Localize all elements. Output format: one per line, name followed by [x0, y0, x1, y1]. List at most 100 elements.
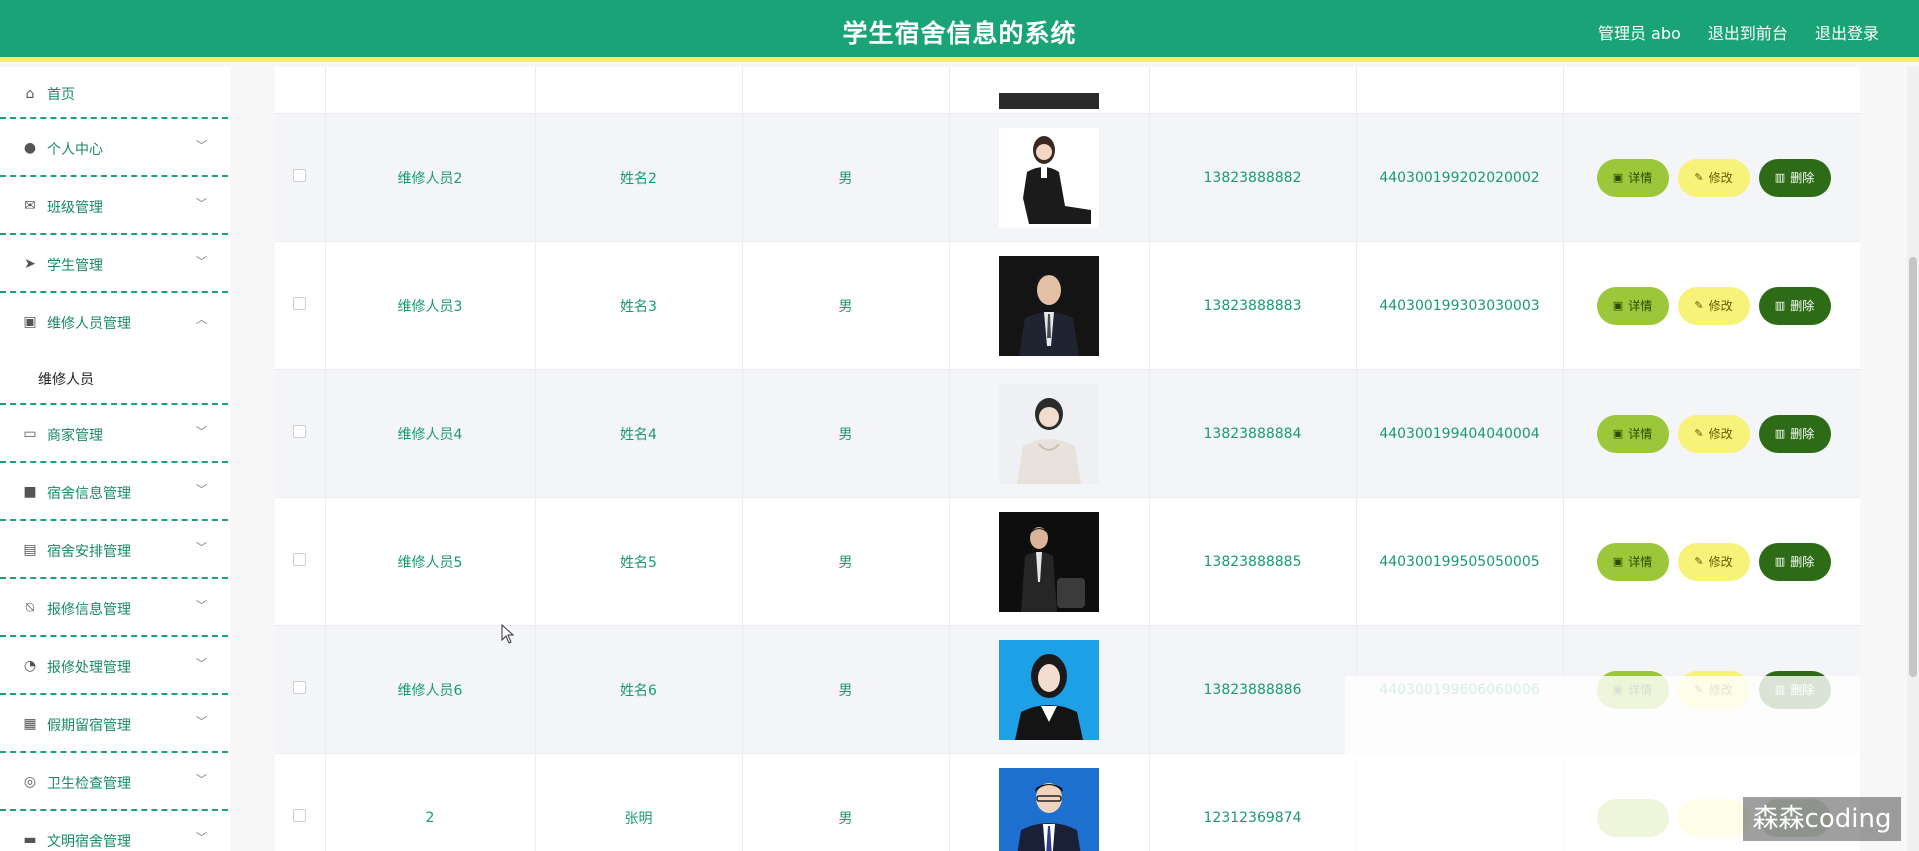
phone-cell: 12312369874 [1149, 753, 1357, 851]
delete-button[interactable]: ▥删除 [1758, 542, 1831, 581]
sidebar-item-profile[interactable]: ● 个人中心 ﹀ [0, 119, 228, 177]
id-card-cell: 440300199202020002 [1356, 113, 1564, 242]
id-card-cell: 440300199303030003 [1356, 241, 1564, 370]
account-cell: 维修人员2 [325, 113, 536, 242]
edit-button[interactable]: ✎修改 [1677, 286, 1750, 325]
pencil-icon: ✎ [1694, 555, 1704, 568]
chevron-down-icon: ﹀ [196, 255, 207, 268]
actions-cell: ▣详情 ✎修改 ▥删除 [1563, 369, 1860, 498]
gender-cell: 男 [742, 753, 950, 851]
detail-button[interactable]: ▣详情 [1596, 158, 1669, 197]
sidebar-item-dorm-arrange[interactable]: ▤ 宿舍安排管理 ﹀ [0, 521, 228, 579]
row-checkbox[interactable] [293, 553, 307, 566]
actions-cell: ▣详情 ✎修改 ▥删除 [1563, 113, 1860, 242]
sidebar-item-merchants[interactable]: ▭ 商家管理 ﹀ [0, 405, 228, 463]
document-icon: ▣ [1612, 427, 1624, 440]
sidebar-item-label: 个人中心 [47, 142, 103, 158]
card-icon: ▭ [23, 426, 37, 442]
detail-button[interactable]: ▣详情 [1596, 542, 1669, 581]
photo-cell [949, 753, 1150, 851]
id-card-cell: 440300199404040004 [1356, 369, 1564, 498]
document-icon: ▣ [1612, 555, 1624, 568]
avatar [999, 383, 1099, 484]
avatar [999, 93, 1099, 109]
sidebar-item-repair-info[interactable]: ⍉ 报修信息管理 ﹀ [0, 579, 228, 637]
mail-icon: ✉ [24, 198, 36, 214]
edit-button[interactable]: ✎修改 [1677, 414, 1750, 453]
phone-cell: 13823888882 [1149, 113, 1357, 242]
pencil-icon: ✎ [1694, 427, 1704, 440]
sidebar-item-home[interactable]: ⌂ 首页 [0, 67, 228, 119]
chevron-down-icon: ﹀ [196, 599, 207, 612]
sidebar-item-label: 卫生检查管理 [47, 776, 131, 792]
logout-link[interactable]: 退出登录 [1815, 24, 1879, 43]
submenu-item-repair-staff[interactable]: 维修人员 [0, 351, 228, 405]
watermark: 森森coding [1743, 797, 1901, 841]
document-icon: ▣ [1612, 171, 1624, 184]
detail-button[interactable]: ▣详情 [1596, 286, 1669, 325]
sidebar-item-label: 宿舍信息管理 [47, 486, 131, 502]
sidebar-item-repair-handle[interactable]: ◔ 报修处理管理 ﹀ [0, 637, 228, 695]
chevron-down-icon: ﹀ [196, 773, 207, 786]
sidebar-item-label: 报修处理管理 [47, 660, 131, 676]
top-header: 学生宿舍信息的系统 管理员 abo 退出到前台 退出登录 [0, 0, 1919, 62]
gender-cell: 男 [742, 625, 950, 754]
sidebar-item-class[interactable]: ✉ 班级管理 ﹀ [0, 177, 228, 235]
sidebar-item-civil-dorm[interactable]: ▬ 文明宿舍管理 ﹀ [0, 811, 228, 851]
briefcase-icon: ■ [23, 484, 37, 500]
phone-cell: 13823888886 [1149, 625, 1357, 754]
trash-icon: ▥ [1774, 299, 1786, 312]
photo-cell [949, 67, 1150, 114]
name-cell: 姓名5 [535, 497, 743, 626]
sidebar-item-holiday-stay[interactable]: ▦ 假期留宿管理 ﹀ [0, 695, 228, 753]
user-icon: ● [23, 140, 37, 156]
delete-button[interactable]: ▥删除 [1758, 286, 1831, 325]
edit-button[interactable]: ✎修改 [1677, 158, 1750, 197]
account-cell: 维修人员3 [325, 241, 536, 370]
sidebar-item-label: 假期留宿管理 [47, 718, 131, 734]
admin-username: 管理员 abo [1597, 24, 1681, 43]
sidebar-menu: ⌂ 首页 ● 个人中心 ﹀ ✉ 班级管理 ﹀ ➤ 学生管理 ﹀ ▣ 维修人员管理… [0, 67, 230, 851]
row-checkbox[interactable] [293, 425, 307, 438]
row-checkbox[interactable] [293, 809, 307, 822]
detail-button[interactable]: ▣详情 [1596, 414, 1669, 453]
back-to-frontend-link[interactable]: 退出到前台 [1708, 24, 1788, 43]
sidebar-item-repair-staff[interactable]: ▣ 维修人员管理 ︿ [0, 293, 228, 351]
pencil-icon: ✎ [1694, 171, 1704, 184]
chat-icon: ▬ [23, 832, 37, 848]
phone-cell: 13823888885 [1149, 497, 1357, 626]
account-cell: 维修人员5 [325, 497, 536, 626]
send-icon: ➤ [24, 256, 36, 272]
table-row [275, 67, 1860, 114]
lifebuoy-icon: ◎ [23, 774, 37, 790]
photo-cell [949, 113, 1150, 242]
sidebar-item-students[interactable]: ➤ 学生管理 ﹀ [0, 235, 228, 293]
delete-button[interactable]: ▥删除 [1758, 414, 1831, 453]
actions-cell: ▣详情 ✎修改 ▥删除 [1563, 497, 1860, 626]
row-checkbox[interactable] [293, 169, 307, 182]
chevron-down-icon: ﹀ [196, 425, 207, 438]
pencil-icon: ✎ [1694, 299, 1704, 312]
table-row: 维修人员5 姓名5 男 13823888885 4403001995050500… [275, 497, 1860, 626]
row-checkbox[interactable] [293, 297, 307, 310]
sidebar-item-label: 维修人员管理 [47, 316, 131, 332]
row-checkbox-cell [275, 67, 326, 114]
edit-button[interactable]: ✎修改 [1677, 542, 1750, 581]
chevron-down-icon: ﹀ [196, 197, 207, 210]
sidebar-item-hygiene-check[interactable]: ◎ 卫生检查管理 ﹀ [0, 753, 228, 811]
scrollbar-thumb[interactable] [1909, 257, 1917, 677]
document-icon: ▣ [1612, 299, 1624, 312]
clipboard-x-icon: ▣ [23, 314, 37, 330]
delete-button[interactable]: ▥删除 [1758, 158, 1831, 197]
gender-cell: 男 [742, 497, 950, 626]
chevron-up-icon: ︿ [196, 313, 207, 326]
account-cell: 2 [325, 753, 536, 851]
row-checkbox[interactable] [293, 681, 307, 694]
sidebar-item-label: 商家管理 [47, 428, 103, 444]
trash-icon: ▥ [1774, 171, 1786, 184]
sidebar-item-label: 宿舍安排管理 [47, 544, 131, 560]
phone-cell: 13823888883 [1149, 241, 1357, 370]
sidebar-item-dorm-info[interactable]: ■ 宿舍信息管理 ﹀ [0, 463, 228, 521]
gender-cell: 男 [742, 241, 950, 370]
vertical-scrollbar[interactable] [1907, 67, 1919, 851]
